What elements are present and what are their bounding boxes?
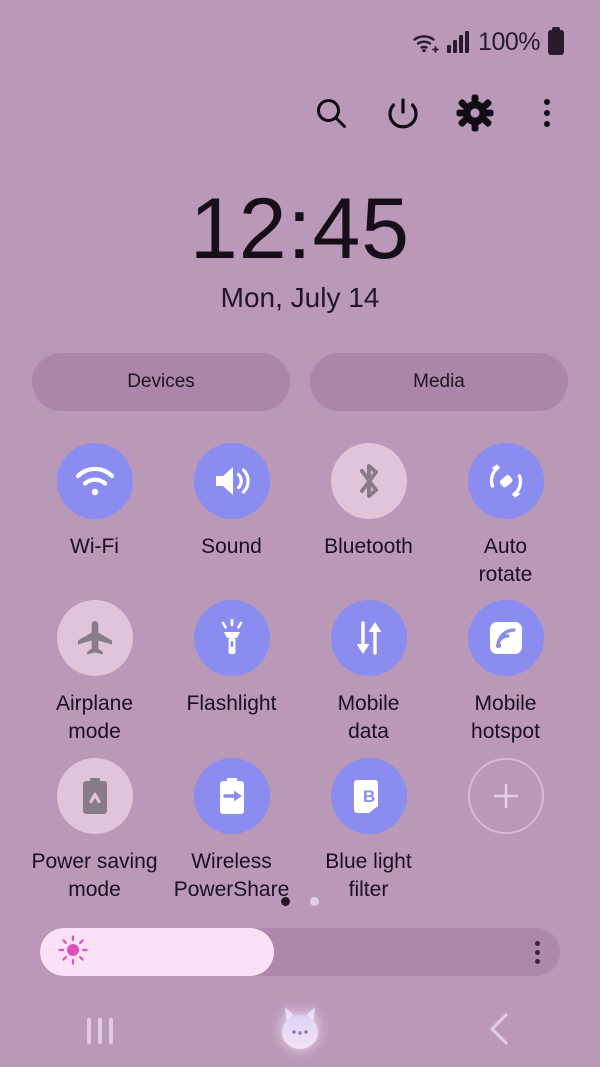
brightness-more-options-icon[interactable]: [535, 928, 540, 976]
brightness-slider[interactable]: [40, 928, 560, 976]
brightness-sun-icon: [58, 934, 88, 970]
navigation-bar: [0, 995, 600, 1067]
toggle-wireless-powershare[interactable]: Wireless PowerShare: [163, 757, 300, 903]
toggle-label: Blue light filter: [325, 849, 412, 901]
toggle-power-saving-mode[interactable]: Power saving mode: [26, 757, 163, 903]
power-icon[interactable]: [380, 90, 426, 136]
more-options-icon[interactable]: [524, 90, 570, 136]
page-dot-1[interactable]: [281, 897, 290, 906]
toggle-label: Flashlight: [186, 692, 277, 716]
toggle-label: Mobile hotspot: [471, 692, 540, 744]
powershare-icon: [193, 757, 270, 834]
toggle-label: Wi-Fi: [70, 535, 119, 558]
mobile-data-icon: [330, 600, 407, 677]
toggle-flashlight[interactable]: Flashlight: [163, 600, 300, 745]
toggle-label: Wireless PowerShare: [173, 849, 290, 901]
toggle-blue-light-filter[interactable]: B Blue light filter: [300, 757, 437, 903]
toggle-mobile-hotspot[interactable]: Mobile hotspot: [437, 600, 574, 745]
add-toggle-button[interactable]: [437, 757, 574, 903]
sound-speaker-icon: [193, 443, 270, 519]
toggle-label: Airplane mode: [55, 692, 134, 744]
wifi-icon: [412, 30, 440, 54]
battery-full-icon: [548, 26, 564, 55]
cat-home-icon: [273, 1004, 327, 1059]
toggle-mobile-data[interactable]: Mobile data: [300, 600, 437, 745]
toggle-label: Auto rotate: [478, 535, 533, 586]
media-button[interactable]: Media: [310, 353, 568, 411]
brightness-slider-fill: [40, 928, 274, 976]
quick-settings-panel: 100% 12:45 Mon, July 14 Devices Media Wi…: [0, 0, 600, 1067]
recents-button[interactable]: [52, 1001, 148, 1061]
toggle-sound[interactable]: Sound: [163, 443, 300, 588]
toggle-label: Mobile data: [337, 692, 400, 744]
header-icon-row: [308, 90, 570, 136]
blue-light-filter-icon: B: [330, 757, 407, 834]
toggle-airplane-mode[interactable]: Airplane mode: [26, 600, 163, 745]
page-dot-2[interactable]: [310, 897, 319, 906]
wifi-icon: [56, 443, 133, 519]
toggle-label: Bluetooth: [324, 535, 413, 558]
svg-text:B: B: [363, 787, 375, 806]
shortcut-pill-row: Devices Media: [32, 353, 568, 411]
bluetooth-icon: [330, 443, 407, 519]
battery-percent-label: 100%: [478, 27, 540, 56]
page-indicator: [0, 897, 600, 906]
auto-rotate-icon: [467, 443, 544, 519]
toggle-label: Sound: [201, 535, 262, 558]
back-button[interactable]: [452, 1001, 548, 1061]
add-plus-icon: [467, 757, 544, 834]
quick-toggle-grid: Wi-Fi Sound Bluetooth Auto rotate Airpla…: [26, 443, 574, 903]
home-button[interactable]: [252, 1001, 348, 1061]
toggle-label: Power saving mode: [31, 849, 158, 901]
hotspot-icon: [467, 600, 544, 677]
power-saving-icon: [56, 757, 133, 834]
toggle-bluetooth[interactable]: Bluetooth: [300, 443, 437, 588]
clock-date: Mon, July 14: [220, 282, 380, 313]
toggle-auto-rotate[interactable]: Auto rotate: [437, 443, 574, 588]
toggle-wifi[interactable]: Wi-Fi: [26, 443, 163, 588]
back-chevron-icon: [485, 1012, 515, 1051]
cellular-signal-icon: [447, 31, 470, 53]
status-bar: 100%: [0, 0, 600, 84]
search-icon[interactable]: [308, 90, 354, 136]
airplane-icon: [56, 600, 133, 677]
settings-gear-icon[interactable]: [452, 90, 498, 136]
clock-time: 12:45: [189, 181, 411, 277]
recents-icon: [87, 1018, 113, 1044]
flashlight-icon: [193, 600, 270, 677]
devices-button[interactable]: Devices: [32, 353, 290, 411]
